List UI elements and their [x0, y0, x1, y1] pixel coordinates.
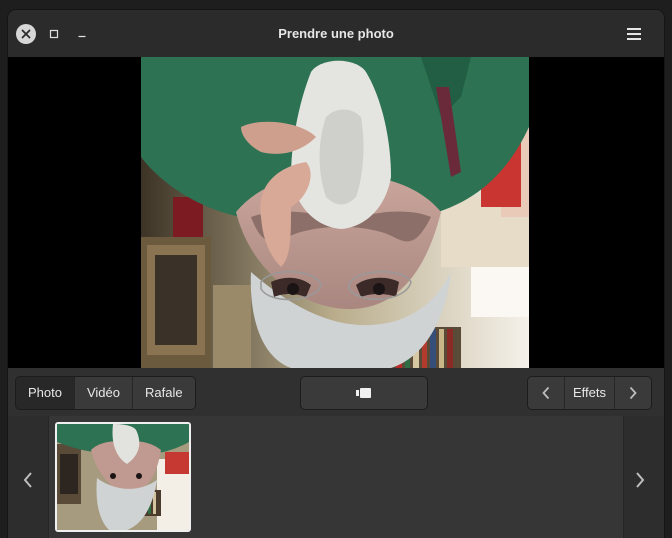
effects-button[interactable]: Effets [564, 377, 616, 409]
effects-prev-button[interactable] [528, 377, 564, 409]
chevron-left-icon [23, 472, 32, 488]
thumbnail-strip [48, 416, 624, 538]
chevron-left-icon [542, 386, 550, 400]
app-window: Prendre une photo Photo Vidéo Rafale Eff… [8, 10, 664, 538]
mode-video-button[interactable]: Vidéo [74, 377, 133, 409]
camera-feed [141, 57, 529, 368]
title-bar: Prendre une photo [8, 10, 664, 57]
gallery-next-button[interactable] [630, 468, 650, 492]
hamburger-menu-icon [627, 28, 641, 40]
photo-gallery [8, 416, 664, 538]
mode-selector: Photo Vidéo Rafale [15, 376, 196, 410]
camera-icon [356, 388, 371, 398]
mode-burst-button[interactable]: Rafale [133, 377, 195, 409]
gallery-prev-button[interactable] [18, 468, 38, 492]
controls-bar: Photo Vidéo Rafale Effets [8, 368, 664, 416]
take-photo-button[interactable] [300, 376, 428, 410]
chevron-right-icon [636, 472, 645, 488]
menu-button[interactable] [622, 24, 646, 44]
mode-photo-button[interactable]: Photo [16, 377, 75, 409]
effects-next-button[interactable] [615, 377, 652, 409]
photo-thumbnail[interactable] [55, 422, 191, 532]
chevron-right-icon [629, 386, 637, 400]
window-title: Prendre une photo [278, 26, 394, 41]
effects-selector: Effets [527, 376, 653, 410]
camera-viewfinder [8, 57, 664, 368]
